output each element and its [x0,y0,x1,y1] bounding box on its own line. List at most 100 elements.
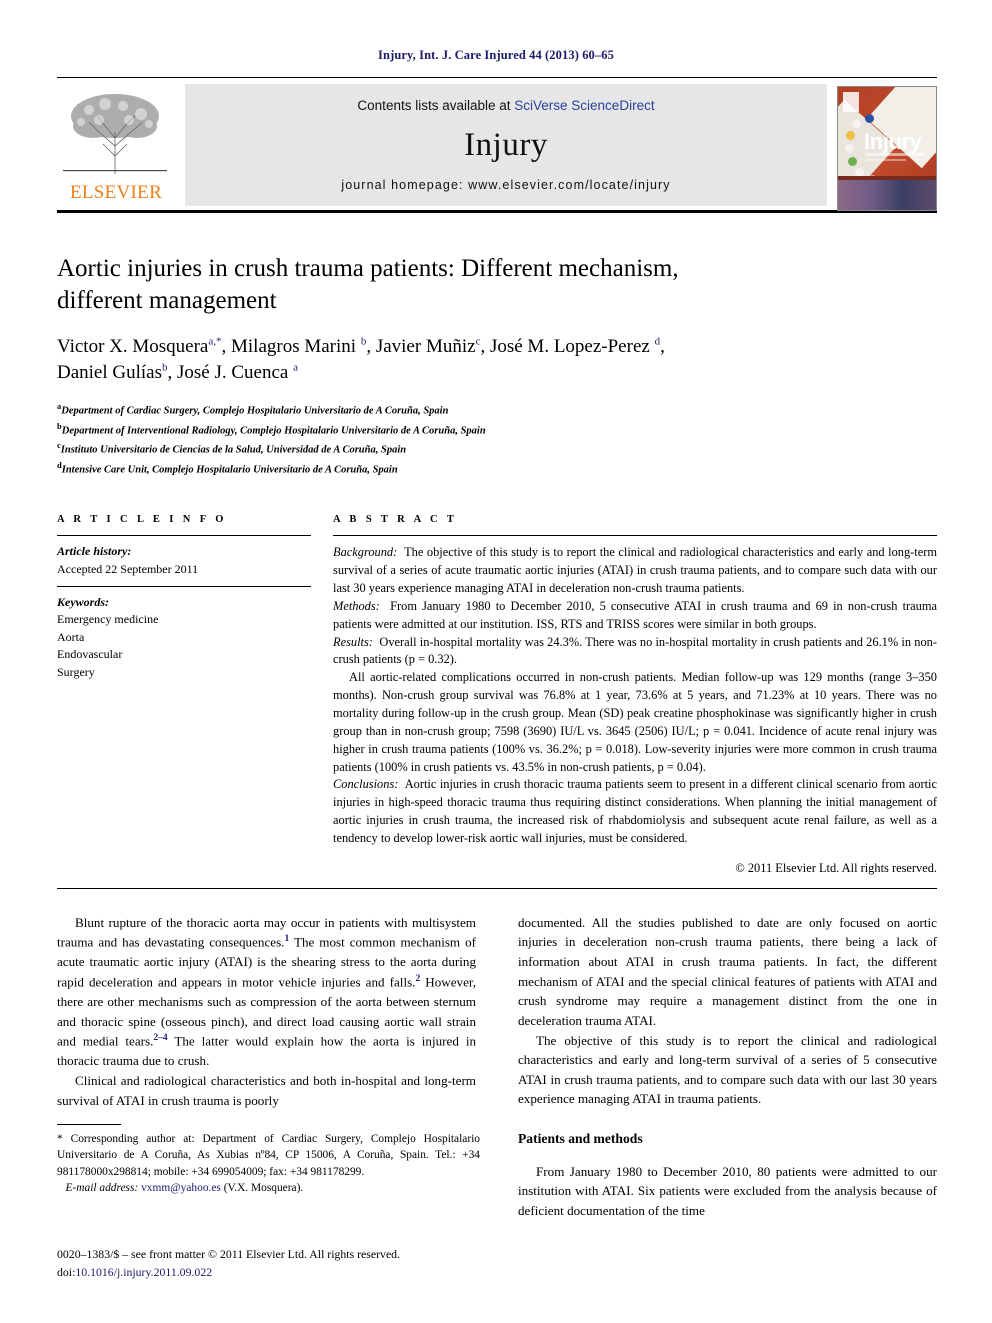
author-name: Javier Muñiz [375,336,476,357]
author-item[interactable]: Victor X. Mosqueraa,* [57,336,222,357]
body-paragraph-3: documented. All the studies published to… [518,914,937,1028]
affiliation-text: Intensive Care Unit, Complejo Hospitalar… [61,464,398,476]
author-name: Milagros Marini [231,336,357,357]
abstract-background-text: The objective of this study is to report… [333,545,937,595]
affiliation-text: Department of Interventional Radiology, … [61,425,486,437]
author-name: José M. Lopez-Perez [489,336,650,357]
title-block: Aortic injuries in crush trauma patients… [57,253,935,478]
journal-homepage-link[interactable]: journal homepage: www.elsevier.com/locat… [341,178,670,192]
article-info-column: A R T I C L E I N F O Article history: A… [57,514,311,877]
issn-doi-block: 0020–1383/$ – see front matter © 2011 El… [57,1246,527,1281]
abstract-column: A B S T R A C T Background: The objectiv… [333,514,937,877]
author-item[interactable]: Javier Muñizc [376,336,481,357]
abstract-conclusions-text: Aortic injuries in crush thoracic trauma… [333,777,937,845]
author-list: Victor X. Mosqueraa,*, Milagros Marini b… [57,335,665,384]
article-title: Aortic injuries in crush trauma patients… [57,255,679,314]
journal-band: Contents lists available at SciVerse Sci… [185,84,827,206]
article-history-value: Accepted 22 September 2011 [57,561,199,576]
abstract-background: Background: The objective of this study … [333,544,937,598]
article-history-label: Article history: [57,544,132,559]
affiliation-item: dIntensive Care Unit, Complejo Hospitala… [57,459,935,478]
body-paragraph-5: From January 1980 to December 2010, 80 p… [518,1163,937,1218]
keyword-item: Endovascular [57,647,123,662]
abstract-background-label: Background: [333,545,398,560]
keywords-block: Keywords: Emergency medicine Aorta Endov… [57,586,311,681]
author-affiliation-mark: b [360,335,367,348]
abstract-conclusions: Conclusions: Aortic injuries in crush th… [333,776,937,847]
info-abstract-section: A R T I C L E I N F O Article history: A… [57,514,937,877]
author-affiliation-mark: d [654,335,661,348]
corresponding-author-footnote: * Corresponding author at: Department of… [57,1124,480,1196]
article-info-heading: A R T I C L E I N F O [57,514,227,526]
body-paragraph-1: Blunt rupture of the thoracic aorta may … [57,913,476,1071]
cover-subtitle-bar-2 [866,159,906,161]
email-owner: (V.X. Mosquera). [223,1181,304,1194]
section-heading-patients-and-methods: Patients and methods [518,1131,643,1147]
citation-ref[interactable]: 2–4 [153,1033,167,1043]
abstract-methods-label: Methods: [333,598,380,613]
affiliation-list: aDepartment of Cardiac Surgery, Complejo… [57,400,935,478]
affiliation-item: aDepartment of Cardiac Surgery, Complejo… [57,400,935,419]
doi-line: doi:10.1016/j.injury.2011.09.022 [57,1264,527,1282]
author-affiliation-mark: c [475,335,481,348]
body-paragraph-2: Clinical and radiological characteristic… [57,1072,476,1108]
abstract-results-text: Overall in-hospital mortality was 24.3%.… [333,634,937,667]
issn-line: 0020–1383/$ – see front matter © 2011 El… [57,1247,401,1261]
abstract-conclusions-label: Conclusions: [333,777,399,792]
author-name: José J. Cuenca [177,362,289,384]
footnote-rule [57,1124,121,1125]
author-item[interactable]: Daniel Gulíasb [57,362,168,383]
journal-masthead: ELSEVIER Contents lists available at Sci… [57,77,937,211]
journal-article-page: Injury, Int. J. Care Injured 44 (2013) 6… [0,0,992,1323]
author-name: Victor X. Mosquera [57,336,209,357]
keywords-inner: Keywords: Emergency medicine Aorta Endov… [57,594,311,681]
affiliation-item: cInstituto Universitario de Ciencias de … [57,439,935,458]
running-head: Injury, Int. J. Care Injured 44 (2013) 6… [378,48,614,62]
keyword-item: Aorta [57,629,85,644]
abstract-copyright: © 2011 Elsevier Ltd. All rights reserved… [735,860,937,875]
cover-subtitle-bar [866,153,924,156]
author-item[interactable]: José M. Lopez-Perez d [490,336,660,357]
cover-publisher-logo-icon [843,92,859,112]
body-paragraph-4: The objective of this study is to report… [518,1032,937,1107]
keywords-label: Keywords: [57,595,109,610]
cover-photo-strip [838,176,936,210]
abstract-body: Background: The objective of this study … [333,536,937,877]
author-affiliation-mark: a [293,361,298,374]
abstract-results-para2: All aortic-related complications occurre… [333,670,937,774]
cover-journal-title: Injury [864,129,922,154]
elsevier-wordmark: ELSEVIER [69,182,163,203]
journal-title: Injury [464,127,548,163]
contents-available-line: Contents lists available at SciVerse Sci… [357,98,654,113]
doi-prefix: doi: [57,1264,76,1279]
keyword-item: Emergency medicine [57,612,159,627]
footnote-text: * Corresponding author at: Department of… [57,1131,480,1196]
author-name: Daniel Gulías [57,362,163,384]
author-item[interactable]: José J. Cuenca a [177,362,298,383]
elsevier-tree-icon [63,94,167,174]
email-label: E-mail address: [65,1181,139,1194]
journal-cover-thumbnail[interactable]: Injury [837,86,937,211]
abstract-results: Results: Overall in-hospital mortality w… [333,634,937,670]
contents-prefix: Contents lists available at [357,98,515,113]
masthead-bottom-rule [57,210,937,213]
abstract-methods-text: From January 1980 to December 2010, 5 co… [333,598,937,631]
author-item[interactable]: Milagros Marini b [231,336,366,357]
doi-link[interactable]: 10.1016/j.injury.2011.09.022 [75,1265,212,1279]
abstract-results-label: Results: [333,634,373,649]
sciencedirect-link[interactable]: SciVerse ScienceDirect [514,98,654,113]
abstract-bottom-rule [57,887,937,889]
affiliation-item: bDepartment of Interventional Radiology,… [57,420,935,439]
author-affiliation-mark: a,* [208,335,222,348]
keyword-item: Surgery [57,664,95,679]
article-history-block: Article history: Accepted 22 September 2… [57,536,311,578]
email-link[interactable]: vxmm@yahoo.es [141,1182,221,1194]
body-column-right: documented. All the studies published to… [518,913,937,1221]
abstract-heading: A B S T R A C T [333,514,458,526]
affiliation-text: Department of Cardiac Surgery, Complejo … [61,405,449,417]
elsevier-logo: ELSEVIER [57,84,179,206]
abstract-methods: Methods: From January 1980 to December 2… [333,598,937,634]
author-affiliation-mark: b [162,361,168,374]
footnote-corresponding-text: Corresponding author at: Department of C… [57,1133,480,1178]
affiliation-text: Instituto Universitario de Ciencias de l… [60,444,407,456]
